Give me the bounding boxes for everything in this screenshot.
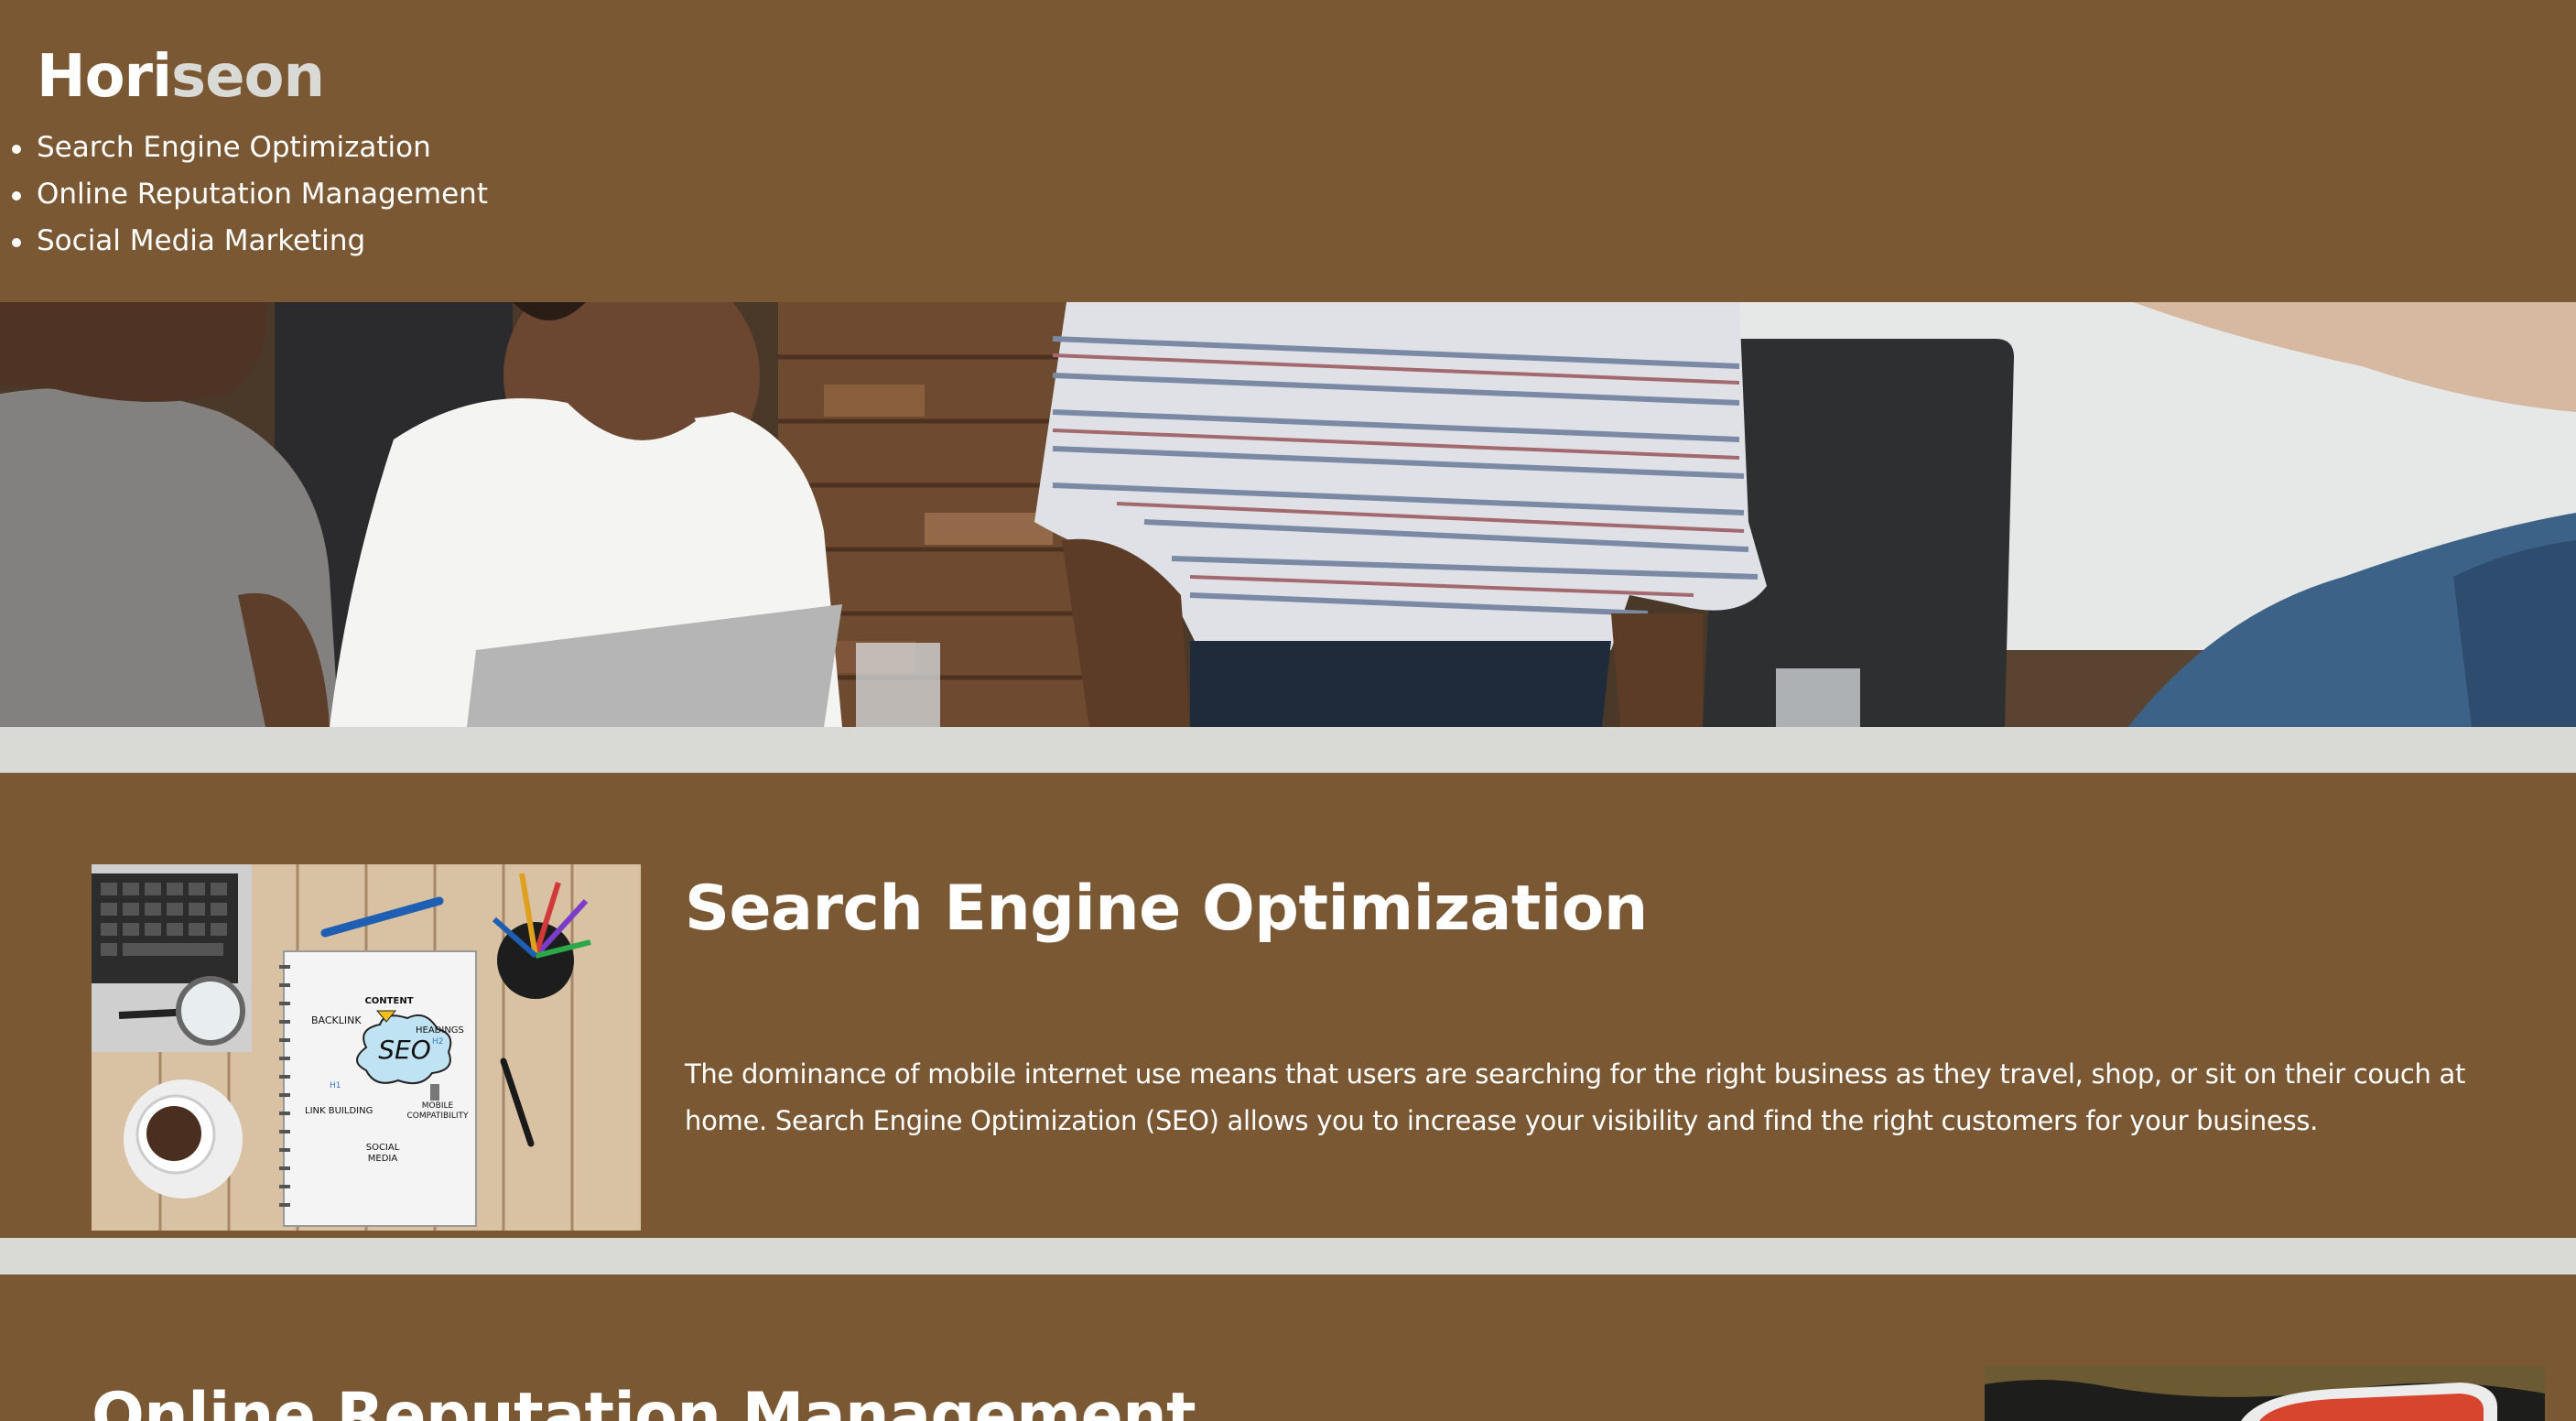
label-media: MEDIA <box>368 1154 398 1164</box>
nav-link-seo[interactable]: Search Engine Optimization <box>12 125 488 171</box>
section-reputation: Online Reputation Management <box>0 1275 2576 1421</box>
label-h2: H2 <box>432 1037 444 1047</box>
section-title-reputation: Online Reputation Management <box>92 1380 1196 1421</box>
main-nav: Search Engine Optimization Online Reputa… <box>12 125 488 265</box>
nav-link-social[interactable]: Social Media Marketing <box>12 218 488 265</box>
section-seo: SEO CONTENT BACKLINK HEADINGS LINK BUILD… <box>0 773 2576 1238</box>
label-social: SOCIAL <box>366 1143 400 1153</box>
label-mobile: MOBILE <box>422 1101 454 1111</box>
reputation-management-photo <box>1985 1366 2545 1421</box>
site-header: Horiseon Search Engine Optimization Onli… <box>0 0 2576 302</box>
hero-image <box>0 302 2576 727</box>
logo-accent: seon <box>171 43 325 111</box>
label-link-building: LINK BUILDING <box>305 1106 373 1116</box>
logo-prefix: Hori <box>37 43 172 111</box>
label-headings: HEADINGS <box>416 1025 464 1036</box>
label-content: CONTENT <box>364 996 413 1006</box>
team-meeting-photo <box>0 302 2576 727</box>
seo-word: SEO <box>378 1035 431 1065</box>
label-compatibility: COMPATIBILITY <box>406 1112 469 1121</box>
nav-link-reputation[interactable]: Online Reputation Management <box>12 171 488 218</box>
label-h1: H1 <box>330 1081 341 1090</box>
section-title-seo: Search Engine Optimization <box>685 873 1648 945</box>
site-logo[interactable]: Horiseon <box>37 38 325 115</box>
label-backlink: BACKLINK <box>311 1014 362 1026</box>
section-text-seo: The dominance of mobile internet use mea… <box>685 1058 2466 1136</box>
seo-notebook-photo: SEO CONTENT BACKLINK HEADINGS LINK BUILD… <box>92 864 641 1231</box>
